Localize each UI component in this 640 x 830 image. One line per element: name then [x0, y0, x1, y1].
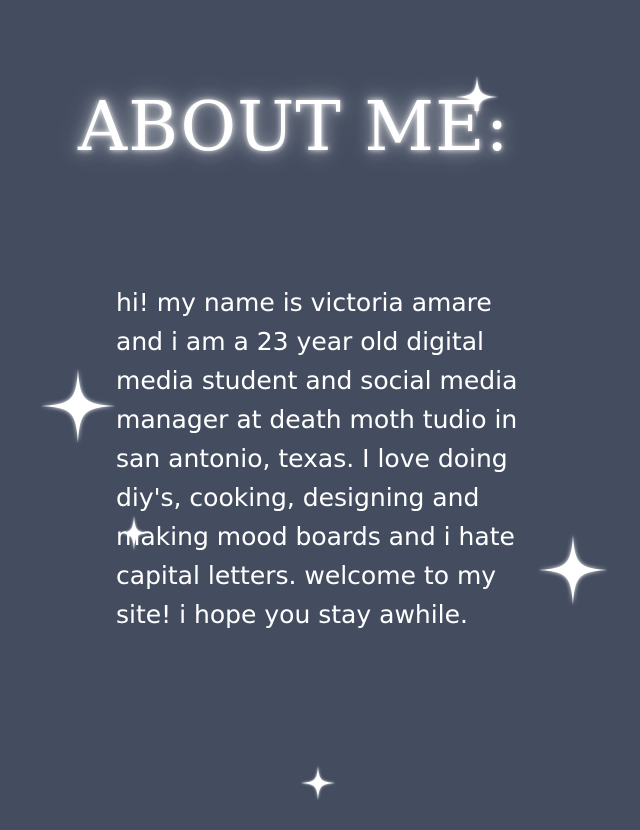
sparkle-icon	[301, 766, 335, 800]
sparkle-icon	[456, 76, 498, 118]
sparkle-icon	[539, 535, 607, 605]
sparkle-icon	[41, 369, 115, 443]
about-me-heading: ABOUT ME:	[78, 88, 510, 167]
sparkle-icon	[120, 516, 148, 550]
bio-text: hi! my name is victoria amare and i am a…	[116, 288, 518, 629]
